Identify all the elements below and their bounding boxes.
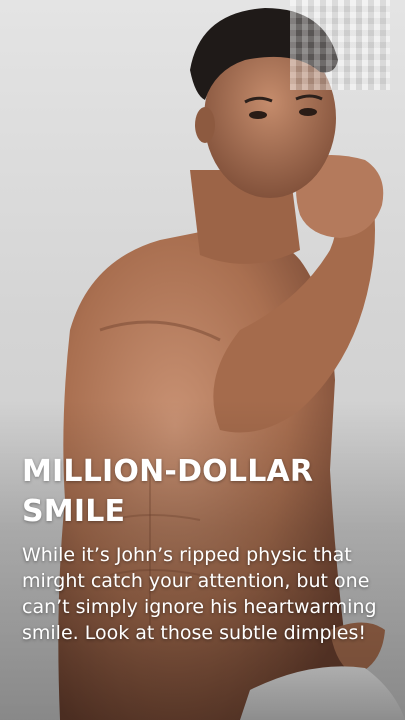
- pixelated-patch: [290, 0, 390, 90]
- story-caption: MILLION-DOLLAR SMILE While it’s John’s r…: [22, 452, 387, 646]
- story-slide[interactable]: MILLION-DOLLAR SMILE While it’s John’s r…: [0, 0, 405, 720]
- story-headline: MILLION-DOLLAR SMILE: [22, 452, 387, 532]
- headline-line-1: MILLION-DOLLAR: [22, 454, 314, 489]
- headline-line-2: SMILE: [22, 494, 126, 529]
- story-body-text: While it’s John’s ripped physic that mir…: [22, 544, 377, 644]
